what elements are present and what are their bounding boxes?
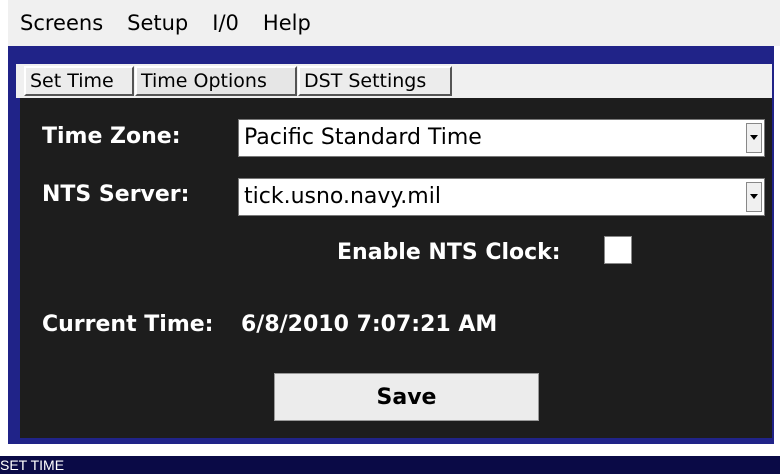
chevron-down-icon[interactable] bbox=[746, 182, 762, 212]
status-text: SET TIME bbox=[0, 457, 65, 473]
time-zone-label: Time Zone: bbox=[42, 124, 181, 149]
menu-screens[interactable]: Screens bbox=[8, 0, 115, 46]
time-zone-select[interactable]: Pacific Standard Time bbox=[238, 119, 765, 157]
menu-io[interactable]: I/0 bbox=[200, 0, 251, 46]
menu-bar: Screens Setup I/0 Help bbox=[8, 0, 780, 46]
current-time-value: 6/8/2010 7:07:21 AM bbox=[241, 312, 498, 337]
enable-nts-clock-label: Enable NTS Clock: bbox=[337, 240, 561, 265]
tab-dst-settings[interactable]: DST Settings bbox=[298, 66, 452, 96]
chevron-down-icon[interactable] bbox=[746, 123, 762, 153]
save-button[interactable]: Save bbox=[274, 373, 539, 421]
nts-server-value: tick.usno.navy.mil bbox=[244, 184, 441, 209]
menu-help[interactable]: Help bbox=[251, 0, 323, 46]
current-time-label: Current Time: bbox=[42, 312, 214, 337]
status-bar: SET TIME bbox=[0, 456, 780, 474]
time-zone-value: Pacific Standard Time bbox=[244, 125, 482, 150]
tab-set-time[interactable]: Set Time bbox=[24, 66, 134, 96]
enable-nts-clock-checkbox[interactable] bbox=[604, 236, 632, 264]
nts-server-select[interactable]: tick.usno.navy.mil bbox=[238, 178, 765, 216]
menu-setup[interactable]: Setup bbox=[115, 0, 200, 46]
nts-server-label: NTS Server: bbox=[42, 182, 190, 207]
tab-time-options[interactable]: Time Options bbox=[135, 66, 297, 96]
